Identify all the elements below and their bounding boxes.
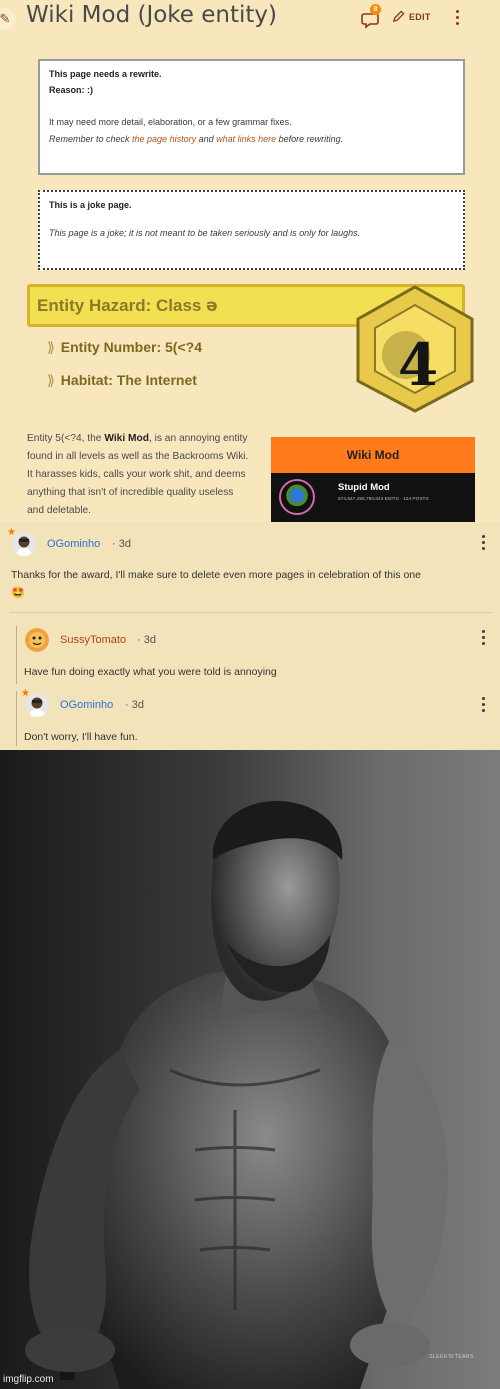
chevron-icon: ⟫ bbox=[47, 339, 55, 355]
edit-pencil-icon[interactable]: ✎ bbox=[0, 8, 16, 30]
page-title: Wiki Mod (Joke entity) bbox=[26, 2, 278, 28]
rewrite-heading: This page needs a rewrite. bbox=[49, 69, 162, 79]
comment-text: Have fun doing exactly what you were tol… bbox=[24, 666, 277, 678]
page-history-link[interactable]: the page history bbox=[132, 134, 196, 144]
joke-text: This page is a joke; it is not meant to … bbox=[49, 228, 361, 238]
joke-heading: This is a joke page. bbox=[49, 200, 132, 210]
user-avatar-icon bbox=[12, 532, 36, 556]
comment-author[interactable]: OGominho bbox=[60, 699, 113, 711]
wiki-page-section: ✎ Wiki Mod (Joke entity) 8 EDIT This pag… bbox=[0, 0, 500, 522]
chevron-icon: ⟫ bbox=[47, 372, 55, 388]
remind-text: before rewriting. bbox=[276, 134, 344, 144]
reply-thread-line bbox=[16, 626, 17, 684]
hazard-class-text: Entity Hazard: Class bbox=[37, 296, 207, 315]
wiki-header: ✎ Wiki Mod (Joke entity) 8 EDIT bbox=[0, 0, 500, 40]
avatar bbox=[279, 479, 315, 515]
card-username: Stupid Mod bbox=[338, 482, 390, 493]
habitat: Habitat: The Internet bbox=[60, 372, 197, 388]
photo-watermark: SLEEK'N'TEARS bbox=[429, 1354, 474, 1360]
comment-divider bbox=[10, 612, 492, 613]
comment-timestamp: · 3d bbox=[137, 634, 156, 646]
comment-text: Thanks for the award, I'll make sure to … bbox=[11, 569, 421, 581]
description-text: , is an annoying entity found in all lev… bbox=[27, 433, 249, 516]
reply-thread-line bbox=[16, 691, 17, 746]
comments-section: ★ OGominho · 3d Thanks for the award, I'… bbox=[0, 522, 500, 750]
edit-label: EDIT bbox=[409, 11, 431, 22]
description-text: Entity 5(<?4, the bbox=[27, 433, 105, 444]
avatar[interactable] bbox=[12, 532, 36, 556]
time-value: 3d bbox=[131, 699, 144, 711]
card-stats: 574,547,456,790,643 EDITS · 124 POSTS bbox=[338, 497, 429, 502]
remind-text: and bbox=[196, 134, 217, 144]
avatar[interactable] bbox=[25, 628, 49, 652]
entity-number: Entity Number: 5(<?4 bbox=[60, 339, 202, 355]
comment-timestamp: · 3d bbox=[125, 699, 144, 711]
edit-button[interactable]: EDIT bbox=[392, 10, 431, 23]
entity-number-row: ⟫ Entity Number: 5(<?4 bbox=[47, 339, 202, 356]
rewrite-detail: It may need more detail, elaboration, or… bbox=[49, 117, 292, 127]
screenshot-page: ✎ Wiki Mod (Joke entity) 8 EDIT This pag… bbox=[0, 0, 500, 1389]
rewrite-reason: Reason: :) bbox=[49, 85, 94, 95]
rewrite-notice: This page needs a rewrite. Reason: :) It… bbox=[38, 59, 465, 175]
entity-description: Entity 5(<?4, the Wiki Mod, is an annoyi… bbox=[27, 430, 249, 520]
avatar[interactable] bbox=[25, 693, 49, 717]
meme-photo: SLEEK'N'TEARS imgflip.com bbox=[0, 750, 500, 1389]
star-struck-emoji-icon: 🤩 bbox=[11, 587, 25, 599]
talk-count-badge: 8 bbox=[370, 4, 381, 15]
imgflip-watermark: imgflip.com bbox=[3, 1374, 54, 1385]
comment-menu-icon[interactable] bbox=[482, 630, 486, 648]
comment-timestamp: · 3d bbox=[112, 538, 131, 550]
pencil-icon bbox=[392, 10, 405, 23]
hazard-class-hexagon-icon: 4 bbox=[356, 285, 474, 413]
profile-card: Wiki Mod Stupid Mod 574,547,456,790,643 … bbox=[271, 437, 475, 522]
comment-author[interactable]: OGominho bbox=[47, 538, 100, 550]
hazard-glyph: ə bbox=[206, 296, 218, 316]
description-bold: Wiki Mod bbox=[104, 433, 149, 444]
comment-text: Don't worry, I'll have fun. bbox=[24, 731, 138, 743]
comment-menu-icon[interactable] bbox=[482, 697, 486, 715]
joke-notice: This is a joke page. This page is a joke… bbox=[38, 190, 465, 270]
hazard-class-number: 4 bbox=[398, 331, 438, 399]
remind-text: Remember to check bbox=[49, 134, 133, 144]
more-options-icon[interactable] bbox=[456, 10, 462, 28]
rewrite-reminder: Remember to check the page history and w… bbox=[49, 134, 454, 144]
habitat-row: ⟫ Habitat: The Internet bbox=[47, 372, 197, 389]
comment-menu-icon[interactable] bbox=[482, 535, 486, 553]
what-links-here-link[interactable]: what links here bbox=[216, 134, 276, 144]
card-title: Wiki Mod bbox=[271, 437, 475, 473]
hazard-label: Entity Hazard: Class ə bbox=[37, 296, 218, 316]
time-value: 3d bbox=[118, 538, 131, 550]
user-avatar-icon bbox=[25, 693, 49, 717]
time-value: 3d bbox=[143, 634, 156, 646]
user-avatar-icon bbox=[25, 628, 49, 652]
muscular-man-illustration bbox=[25, 800, 448, 1389]
comment-author[interactable]: SussyTomato bbox=[60, 634, 126, 646]
